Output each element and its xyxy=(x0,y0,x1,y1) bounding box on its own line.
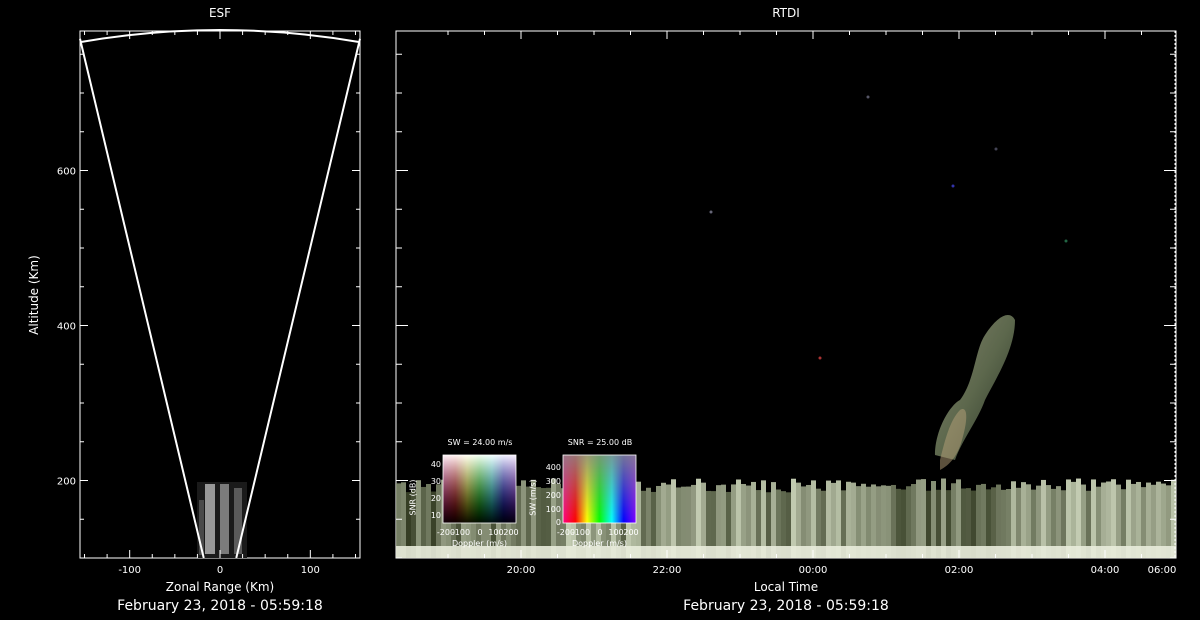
colorbar1-xtick: -100 xyxy=(451,528,471,537)
rtdi-xtick-label: 00:00 xyxy=(799,565,828,576)
esf-echo-streak xyxy=(234,488,242,554)
rtdi-xtick-label: 04:00 xyxy=(1091,565,1120,576)
esf-panel: 200 400 600 -100 0 100 xyxy=(57,29,361,576)
colorbar1-xtick: 200 xyxy=(503,528,519,537)
colorbar1-title: SW = 24.00 m/s xyxy=(447,438,513,447)
colorbar2-ylabel: SW (m/s) xyxy=(528,479,538,516)
rtdi-echo-point xyxy=(709,210,713,214)
rtdi-echo-point xyxy=(866,95,870,99)
rtdi-echo-point xyxy=(951,184,955,188)
colorbar-dark-overlay xyxy=(443,455,516,523)
colorbar-gray-overlay xyxy=(563,455,636,523)
esf-beam-edge xyxy=(79,38,205,559)
colorbar1-ytick: 10 xyxy=(430,511,441,520)
colorbar1-ytick: 30 xyxy=(430,477,441,486)
colorbar2-xlabel: Doppler (m/s) xyxy=(571,539,628,548)
colorbar2-xtick: 200 xyxy=(623,528,639,537)
esf-beam-edge xyxy=(235,38,361,559)
rtdi-echo-point xyxy=(1064,239,1068,243)
rtdi-echo-point xyxy=(994,147,998,151)
rtdi-plume xyxy=(935,315,1015,470)
colorbar2-ytick: 100 xyxy=(545,505,561,514)
colorbar1-ytick: 40 xyxy=(430,460,441,469)
colorbar1-ylabel: SNR (dB) xyxy=(408,479,418,516)
rtdi-xtick-label: 02:00 xyxy=(945,565,974,576)
esf-date-label: February 23, 2018 - 05:59:18 xyxy=(117,598,323,614)
colorbar1-xlabel: Doppler (m/s) xyxy=(451,539,508,548)
rtdi-xlabel: Local Time xyxy=(753,580,819,594)
rtdi-title: RTDI xyxy=(772,6,800,20)
rtdi-date-label: February 23, 2018 - 05:59:18 xyxy=(683,598,889,614)
esf-xlabel: Zonal Range (Km) xyxy=(165,580,275,594)
esf-title: ESF xyxy=(208,6,232,20)
esf-ylabel: Altitude (Km) xyxy=(27,255,41,335)
colorbar2-ytick: 300 xyxy=(545,477,561,486)
rtdi-xtick-label: 20:00 xyxy=(507,565,536,576)
colorbar-doppler-snr xyxy=(442,454,517,524)
rtdi-panel: 20:00 22:00 00:00 02:00 04:00 06:00 xyxy=(395,30,1177,576)
rtdi-echo-point xyxy=(818,356,822,360)
rtdi-xtick-label: 22:00 xyxy=(653,565,682,576)
colorbar1-ytick: 20 xyxy=(430,494,441,503)
esf-xtick-label: -100 xyxy=(118,565,141,576)
rtdi-xtick-label: 06:00 xyxy=(1148,565,1177,576)
colorbar2-xtick: -100 xyxy=(571,528,591,537)
esf-echo-streak xyxy=(220,484,229,554)
esf-ytick-label: 200 xyxy=(57,477,76,488)
colorbar2-ytick: 0 xyxy=(555,518,561,527)
colorbar-doppler-sw xyxy=(562,454,637,524)
esf-xtick-label: 100 xyxy=(301,565,320,576)
colorbar2-title: SNR = 25.00 dB xyxy=(567,438,633,447)
colorbar2-ytick: 400 xyxy=(545,463,561,472)
figure-canvas: 200400600-100 0 100 20:00 22:00 00:00 02:00 04… xyxy=(57,29,1177,576)
esf-axes-frame xyxy=(79,30,361,559)
esf-echo-streak xyxy=(205,484,215,554)
colorbar2-ytick: 200 xyxy=(545,491,561,500)
esf-xtick-label: 0 xyxy=(217,565,223,576)
esf-ytick-label: 600 xyxy=(57,167,76,178)
esf-ytick-label: 400 xyxy=(57,322,76,333)
